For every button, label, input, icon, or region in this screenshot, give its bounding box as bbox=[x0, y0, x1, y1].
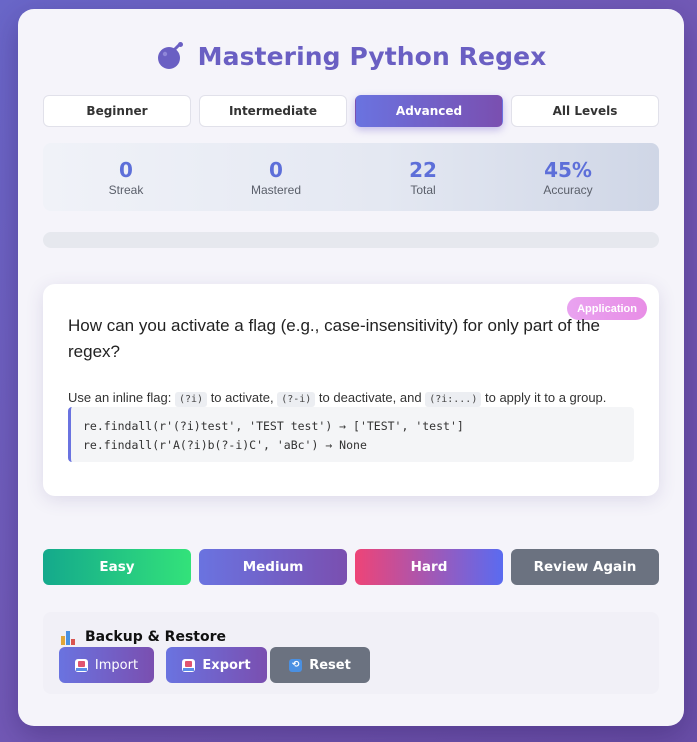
tab-intermediate[interactable]: Intermediate bbox=[199, 95, 347, 127]
stat-label: Streak bbox=[108, 183, 144, 197]
inbox-tray-icon bbox=[74, 658, 88, 672]
review-again-button[interactable]: Review Again bbox=[511, 549, 659, 585]
answer-code: (?i:...) bbox=[425, 392, 482, 407]
answer-suffix: to apply it to a group. bbox=[484, 390, 607, 405]
stats-panel: 0 Streak 0 Mastered 22 Total 45% Accurac… bbox=[43, 143, 659, 211]
bar-chart-icon bbox=[61, 629, 77, 645]
backup-title-text: Backup & Restore bbox=[85, 629, 226, 645]
code-line: re.findall(r'A(?i)b(?-i)C', 'aBc') → Non… bbox=[83, 438, 367, 452]
stat-label: Mastered bbox=[250, 183, 302, 197]
code-line: re.findall(r'(?i)test', 'TEST test') → [… bbox=[83, 419, 464, 433]
answer-code: (?-i) bbox=[277, 392, 316, 407]
stat-label: Total bbox=[410, 183, 436, 197]
stat-total: 22 Total bbox=[363, 159, 483, 197]
stat-value: 0 bbox=[119, 158, 133, 182]
refresh-icon: ⟲ bbox=[289, 658, 303, 672]
hard-button[interactable]: Hard bbox=[355, 549, 503, 585]
code-example: re.findall(r'(?i)test', 'TEST test') → [… bbox=[68, 407, 634, 462]
easy-button[interactable]: Easy bbox=[43, 549, 191, 585]
import-button[interactable]: Import bbox=[59, 647, 154, 683]
stat-value: 0 bbox=[269, 158, 283, 182]
stat-mastered: 0 Mastered bbox=[216, 159, 336, 197]
answer-text-part: to activate, bbox=[210, 390, 274, 405]
difficulty-buttons: Easy Medium Hard Review Again bbox=[43, 549, 659, 585]
page-title: Mastering Python Regex bbox=[197, 41, 547, 71]
level-tabs: Beginner Intermediate Advanced All Level… bbox=[43, 95, 659, 127]
answer-text: Use an inline flag: (?i) to activate, (?… bbox=[68, 389, 638, 409]
backup-title: Backup & Restore bbox=[61, 629, 226, 645]
tab-all-levels[interactable]: All Levels bbox=[511, 95, 659, 127]
stat-value: 45% bbox=[544, 158, 592, 182]
stat-value: 22 bbox=[409, 158, 437, 182]
answer-prefix: Use an inline flag: bbox=[68, 390, 172, 405]
header: Mastering Python Regex bbox=[18, 39, 684, 73]
progress-bar bbox=[43, 232, 659, 248]
answer-code: (?i) bbox=[174, 392, 208, 407]
reset-button[interactable]: ⟲ Reset bbox=[270, 647, 370, 683]
question-text: How can you activate a flag (e.g., case-… bbox=[68, 316, 600, 361]
main-card: Mastering Python Regex Beginner Intermed… bbox=[18, 9, 684, 726]
medium-button[interactable]: Medium bbox=[199, 549, 347, 585]
tab-advanced[interactable]: Advanced bbox=[355, 95, 503, 127]
outbox-tray-icon bbox=[182, 658, 196, 672]
stat-label: Accuracy bbox=[543, 183, 593, 197]
stat-accuracy: 45% Accuracy bbox=[508, 159, 628, 197]
export-button[interactable]: Export bbox=[166, 647, 267, 683]
bomb-icon bbox=[157, 42, 183, 69]
question-card[interactable]: Application How can you activate a flag … bbox=[43, 284, 659, 496]
stat-streak: 0 Streak bbox=[66, 159, 186, 197]
import-label: Import bbox=[94, 657, 139, 673]
reset-label: Reset bbox=[309, 657, 351, 673]
tab-beginner[interactable]: Beginner bbox=[43, 95, 191, 127]
backup-section: Backup & Restore Import Export ⟲ Reset bbox=[43, 612, 659, 694]
answer-text-part: to deactivate, and bbox=[318, 390, 422, 405]
export-label: Export bbox=[202, 657, 251, 673]
